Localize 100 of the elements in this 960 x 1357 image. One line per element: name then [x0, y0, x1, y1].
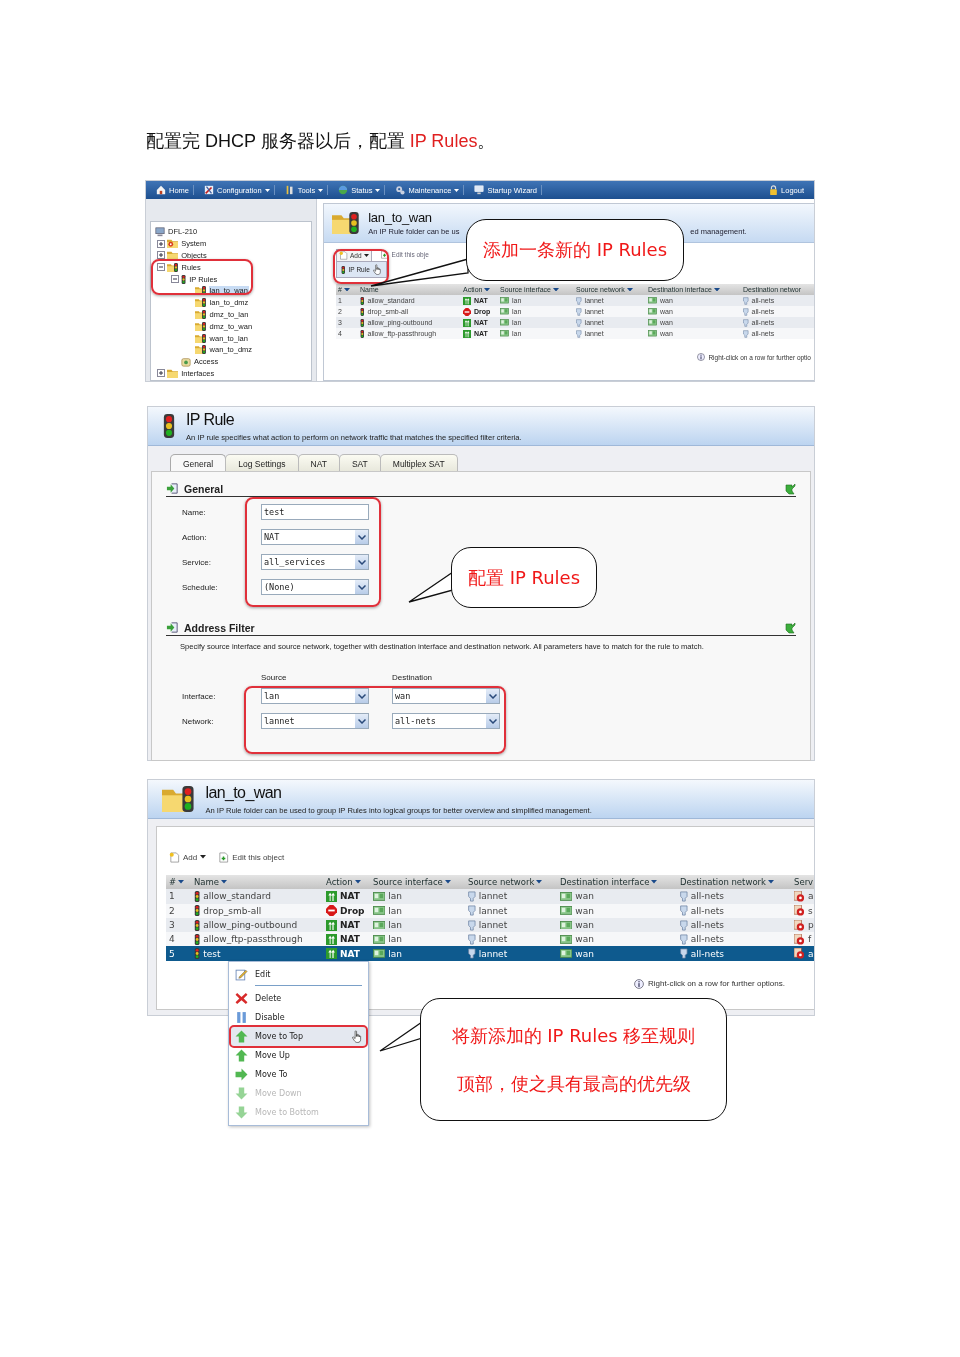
caret-icon [713, 287, 720, 292]
table-cell: drop_smb-all [203, 905, 262, 916]
expand-toggle[interactable] [157, 239, 165, 248]
edit-link[interactable]: Edit this object [218, 851, 285, 863]
network-card-icon [560, 934, 573, 944]
table-cell: all-nets [690, 934, 724, 945]
field-label: Action: [182, 532, 208, 542]
table-cell: allow_ftp-passthrough [203, 934, 303, 945]
caret-icon [536, 880, 543, 884]
info-icon [634, 978, 645, 989]
column-header[interactable]: Source interface [370, 875, 465, 890]
column-header[interactable]: # [166, 875, 191, 890]
chevron-icon [357, 584, 366, 590]
column-label: Destination [392, 673, 433, 682]
expand-toggle[interactable] [157, 251, 165, 260]
dropdown-field[interactable]: lannet [261, 713, 369, 729]
caret-icon [354, 880, 361, 884]
network-card-icon [373, 906, 386, 916]
menu-item[interactable]: Move to Top [231, 1027, 366, 1046]
dropdown-field[interactable]: (None) [261, 579, 369, 595]
dropdown-field[interactable]: lan [261, 688, 369, 704]
network-card-icon [500, 308, 509, 315]
section-arrow-icon [166, 621, 179, 634]
add-button[interactable]: Add [169, 851, 207, 863]
table-cell: a [808, 948, 814, 959]
menu-item[interactable]: Disable [231, 1008, 366, 1027]
expand-toggle[interactable] [157, 263, 165, 272]
traffic-light-icon [162, 414, 176, 438]
gear-icon [395, 185, 406, 195]
network-card-icon [373, 892, 386, 901]
column-header[interactable]: Name [191, 875, 323, 890]
caret-icon [553, 287, 559, 292]
table-cell: lannet [478, 905, 508, 916]
network-icon [680, 905, 688, 917]
table-cell: lan [388, 891, 403, 902]
menu-item[interactable]: Move To [231, 1065, 366, 1084]
folder-traffic-light-icon [195, 321, 207, 331]
table-cell: p [808, 920, 814, 931]
caret-icon [221, 880, 228, 884]
text-field[interactable]: test [261, 504, 369, 520]
column-label: Source [261, 673, 287, 682]
traffic-light-icon [194, 919, 201, 931]
table-cell: 5 [169, 948, 175, 959]
dropdown-field[interactable]: wan [392, 688, 500, 704]
dropdown-field[interactable]: NAT [261, 529, 369, 545]
tab[interactable]: SAT [338, 454, 381, 471]
expand-toggle[interactable] [157, 369, 165, 378]
network-icon [468, 948, 476, 960]
network-card-icon [373, 934, 386, 944]
tab[interactable]: General [170, 454, 227, 471]
dropdown-field[interactable]: all-nets [392, 713, 500, 729]
traffic-light-icon [194, 933, 201, 945]
table-cell: lan [388, 905, 403, 916]
column-header[interactable]: Serv [791, 875, 814, 890]
table-cell: Drop [340, 905, 365, 916]
network-card-icon [500, 297, 509, 304]
panel-title: lan_to_wan [368, 210, 433, 225]
caret-icon [651, 880, 658, 884]
network-card-icon [648, 297, 657, 304]
callout-text: 配置 IP Rules [467, 565, 581, 590]
tab[interactable]: Multiplex SAT [379, 454, 458, 471]
caret-icon [264, 188, 270, 192]
expand-toggle[interactable] [171, 275, 179, 284]
edit-page-icon [379, 250, 389, 259]
column-header[interactable]: Destination network [677, 875, 791, 890]
hand-cursor-icon [351, 1030, 362, 1043]
column-header[interactable]: Destination interface [557, 875, 677, 890]
dropdown-field[interactable]: all_services [261, 554, 369, 570]
column-header[interactable]: Action [323, 875, 370, 890]
folder-gear-icon [167, 239, 179, 249]
callout-text: 添加一条新的 IP Rules [482, 238, 668, 262]
network-card-icon [648, 330, 657, 337]
down-arrow-icon [235, 1106, 248, 1119]
menu-item[interactable]: Move Up [231, 1046, 366, 1065]
hand-cursor-icon [372, 264, 382, 275]
tab[interactable]: NAT [297, 454, 340, 471]
column-header[interactable]: Source network [465, 875, 557, 890]
table-cell: lannet [478, 934, 508, 945]
chevron-icon [357, 718, 366, 724]
table-cell: 1 [169, 891, 175, 902]
table-cell: NAT [340, 948, 360, 959]
network-card-icon [648, 308, 657, 315]
menu-item[interactable]: Edit [231, 965, 366, 984]
computer-icon [155, 226, 165, 237]
table-cell: lan [388, 948, 403, 959]
network-card-icon [500, 330, 509, 337]
table-cell: wan [575, 905, 594, 916]
chevron-icon [357, 559, 366, 565]
arrow-icon [784, 482, 796, 495]
caret-icon [626, 287, 633, 292]
menu-item[interactable]: Delete [231, 989, 366, 1008]
caret-icon [375, 188, 381, 192]
network-icon [468, 933, 476, 945]
caret-icon [444, 880, 451, 884]
tools-icon [284, 185, 295, 195]
table-cell: wan [575, 891, 594, 902]
service-icon [794, 890, 805, 902]
table-cell: allow_standard [203, 891, 272, 902]
tab[interactable]: Log Settings [225, 454, 299, 471]
field-label: Network: [182, 716, 215, 726]
